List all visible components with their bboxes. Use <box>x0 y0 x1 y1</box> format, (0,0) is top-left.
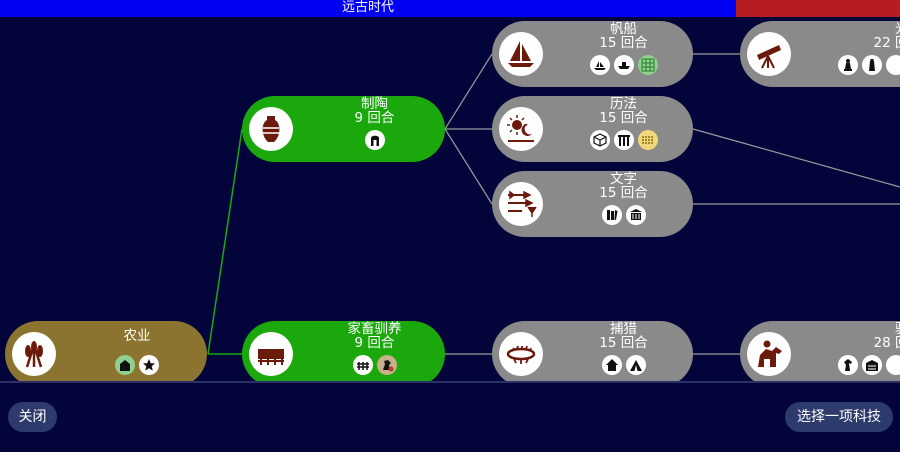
pasture-small-icon[interactable] <box>352 355 373 375</box>
star-icon[interactable] <box>139 355 159 375</box>
cuneiform-icon <box>499 182 543 226</box>
amphora-icon <box>249 107 293 151</box>
chess-piece-icon[interactable] <box>838 55 858 75</box>
extra-icon[interactable] <box>886 355 900 375</box>
tech-node-sailing[interactable]: 帆船 15 回合 <box>492 21 693 87</box>
horse-resource-icon[interactable] <box>376 355 397 375</box>
tech-node-animal-husbandry[interactable]: 家畜驯养 9 回合 <box>242 321 445 381</box>
tech-unlocks <box>554 355 693 375</box>
tech-turns: 22 回合 <box>873 35 900 51</box>
trap-icon <box>499 332 543 376</box>
tech-unlocks <box>554 55 693 75</box>
tent-icon[interactable] <box>625 355 646 375</box>
trireme-icon[interactable] <box>589 55 610 75</box>
camp-icon[interactable] <box>601 355 622 375</box>
great-library-icon[interactable] <box>625 205 646 225</box>
era-progress-remaining <box>736 0 900 17</box>
era-label: 远古时代 <box>341 0 394 15</box>
era-progress-bar: 远古时代 <box>0 0 900 17</box>
tech-node-writing[interactable]: 文字 15 回合 <box>492 171 693 237</box>
cube-icon[interactable] <box>589 130 610 150</box>
tech-turns: 15 回合 <box>599 110 648 126</box>
shrine-icon[interactable] <box>364 130 385 150</box>
horseman-icon <box>747 332 791 376</box>
tech-node-horseback-riding[interactable]: 骑术 28 回合 <box>740 321 900 381</box>
tech-node-agriculture[interactable]: 农业 <box>5 321 207 381</box>
tech-turns: 15 回合 <box>599 185 648 201</box>
tech-turns: 9 回合 <box>354 335 395 351</box>
horse-head-icon[interactable] <box>838 355 858 375</box>
lighthouse-icon[interactable] <box>862 55 882 75</box>
tech-unlocks <box>304 130 445 150</box>
grid-tile-icon[interactable] <box>637 55 658 75</box>
granary-icon[interactable] <box>115 355 135 375</box>
pasture-icon <box>249 332 293 376</box>
tech-node-pottery[interactable]: 制陶 9 回合 <box>242 96 445 162</box>
wheat-icon <box>12 332 56 376</box>
pick-tech-button[interactable]: 选择一项科技 <box>785 402 893 432</box>
tech-node-optics[interactable]: 光学 22 回合 <box>740 21 900 87</box>
tech-unlocks <box>554 130 693 150</box>
tech-name: 农业 <box>123 328 151 344</box>
tech-turns: 15 回合 <box>599 335 648 351</box>
tech-turns: 9 回合 <box>354 110 395 126</box>
extra-icon[interactable] <box>886 55 900 75</box>
tech-unlocks <box>304 355 445 375</box>
bottom-bar: 关闭 选择一项科技 <box>0 381 900 452</box>
work-boat-icon[interactable] <box>613 55 634 75</box>
tech-turns: 15 回合 <box>599 35 648 51</box>
tech-node-trapping[interactable]: 捕猎 15 回合 <box>492 321 693 381</box>
close-button[interactable]: 关闭 <box>8 402 57 432</box>
plantation-icon[interactable] <box>637 130 658 150</box>
sun-moon-icon <box>499 107 543 151</box>
tech-node-calendar[interactable]: 历法 15 回合 <box>492 96 693 162</box>
tech-unlocks <box>554 205 693 225</box>
tech-unlocks <box>838 55 900 75</box>
stable-icon[interactable] <box>862 355 882 375</box>
library-icon[interactable] <box>601 205 622 225</box>
sailboat-icon <box>499 32 543 76</box>
tech-tree[interactable]: 农业 制陶 9 回合 家畜驯养 9 回合 帆船 15 回合 历法 15 回合 文… <box>0 17 900 381</box>
tech-unlocks <box>838 355 900 375</box>
telescope-icon <box>747 32 791 76</box>
tech-turns: 28 回合 <box>873 335 900 351</box>
tech-unlocks <box>67 355 207 375</box>
stonehenge-icon[interactable] <box>613 130 634 150</box>
